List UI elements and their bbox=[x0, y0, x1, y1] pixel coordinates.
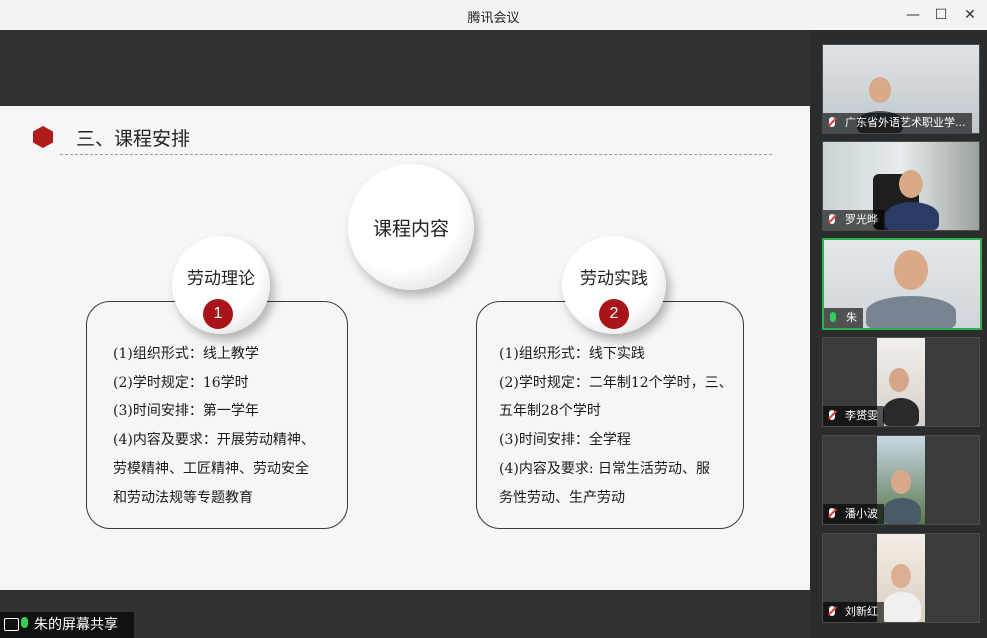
labor-theory-label: 劳动理论 bbox=[187, 268, 255, 289]
practice-line: 务性劳动、生产劳动 bbox=[499, 489, 625, 506]
theory-line: 劳模精神、工匠精神、劳动安全 bbox=[113, 460, 309, 477]
hexagon-bullet-icon bbox=[33, 126, 53, 148]
participant-name-tag: 广东省外语艺术职业学... bbox=[823, 113, 972, 133]
participant-tile[interactable]: 潘小波 bbox=[822, 435, 980, 525]
participant-name-tag: 潘小波 bbox=[823, 504, 884, 524]
participant-video bbox=[877, 338, 925, 426]
slide-heading: 三、课程安排 bbox=[76, 128, 191, 150]
mic-muted-icon bbox=[829, 117, 835, 127]
practice-content-box: (1)组织形式：线下实践 (2)学时规定：二年制12个学时，三、 五年制28个学… bbox=[476, 301, 744, 529]
mic-muted-icon bbox=[829, 410, 835, 420]
participant-tile-active-speaker[interactable]: 朱 bbox=[822, 238, 982, 330]
minimize-icon[interactable]: — bbox=[903, 5, 923, 25]
title-bar: 腾讯会议 — ☐ ✕ bbox=[0, 0, 987, 31]
screen-share-label: 朱的屏幕共享 bbox=[34, 617, 118, 633]
participant-name: 朱 bbox=[846, 311, 857, 324]
participant-name: 刘新红 bbox=[845, 605, 878, 618]
practice-line: (1)组织形式：线下实践 bbox=[499, 346, 645, 362]
participant-name-tag: 罗光晔 bbox=[823, 210, 884, 230]
participant-tile[interactable]: 广东省外语艺术职业学... bbox=[822, 44, 980, 134]
participant-name-tag: 刘新红 bbox=[823, 602, 884, 622]
theory-line: (3)时间安排：第一学年 bbox=[113, 403, 259, 420]
participant-panel: 广东省外语艺术职业学... 罗光晔 朱 李赟雯 潘小波 刘新红 bbox=[810, 30, 987, 638]
presentation-slide: 三、课程安排 (1)组织形式：线上教学 (2)学时规定：16学时 (3)时间安排… bbox=[0, 106, 810, 590]
heading-divider bbox=[60, 154, 772, 155]
practice-line: (3)时间安排：全学程 bbox=[499, 432, 631, 449]
participant-video bbox=[877, 436, 925, 524]
theory-line: (1)组织形式：线上教学 bbox=[113, 346, 259, 362]
mic-active-icon bbox=[830, 312, 836, 322]
mic-muted-icon bbox=[829, 508, 835, 518]
close-icon[interactable]: ✕ bbox=[960, 5, 980, 25]
practice-line: 五年制28个学时 bbox=[499, 403, 601, 420]
theory-content-box: (1)组织形式：线上教学 (2)学时规定：16学时 (3)时间安排：第一学年 (… bbox=[86, 301, 348, 529]
shared-screen: 三、课程安排 (1)组织形式：线上教学 (2)学时规定：16学时 (3)时间安排… bbox=[0, 30, 810, 638]
participant-name: 罗光晔 bbox=[845, 213, 878, 226]
participant-name: 广东省外语艺术职业学... bbox=[845, 116, 966, 129]
participant-video bbox=[877, 534, 925, 622]
participant-name: 李赟雯 bbox=[845, 409, 878, 422]
maximize-icon[interactable]: ☐ bbox=[931, 5, 951, 25]
participant-tile[interactable]: 李赟雯 bbox=[822, 337, 980, 427]
participant-name: 潘小波 bbox=[845, 507, 878, 520]
labor-practice-label: 劳动实践 bbox=[580, 268, 648, 289]
theory-line: (2)学时规定：16学时 bbox=[113, 374, 249, 391]
participant-tile[interactable]: 刘新红 bbox=[822, 533, 980, 623]
practice-line: (2)学时规定：二年制12个学时，三、 bbox=[499, 374, 733, 391]
course-content-bubble: 课程内容 bbox=[348, 164, 474, 290]
screen-share-icon bbox=[4, 618, 19, 631]
course-content-label: 课程内容 bbox=[372, 217, 449, 240]
theory-line: 和劳动法规等专题教育 bbox=[113, 489, 253, 506]
number-badge-2: 2 bbox=[599, 299, 629, 329]
mic-muted-icon bbox=[829, 214, 835, 224]
microphone-icon bbox=[21, 617, 28, 628]
mic-muted-icon bbox=[829, 606, 835, 616]
participant-name-tag: 李赟雯 bbox=[823, 406, 884, 426]
theory-line: (4)内容及要求：开展劳动精神、 bbox=[113, 432, 315, 449]
screen-share-indicator[interactable]: 朱的屏幕共享 bbox=[0, 612, 134, 638]
practice-line: (4)内容及要求: 日常生活劳动、服 bbox=[499, 460, 710, 477]
window-title: 腾讯会议 bbox=[467, 11, 520, 26]
participant-tile[interactable]: 罗光晔 bbox=[822, 141, 980, 231]
number-badge-1: 1 bbox=[203, 299, 233, 329]
participant-name-tag: 朱 bbox=[824, 308, 863, 328]
